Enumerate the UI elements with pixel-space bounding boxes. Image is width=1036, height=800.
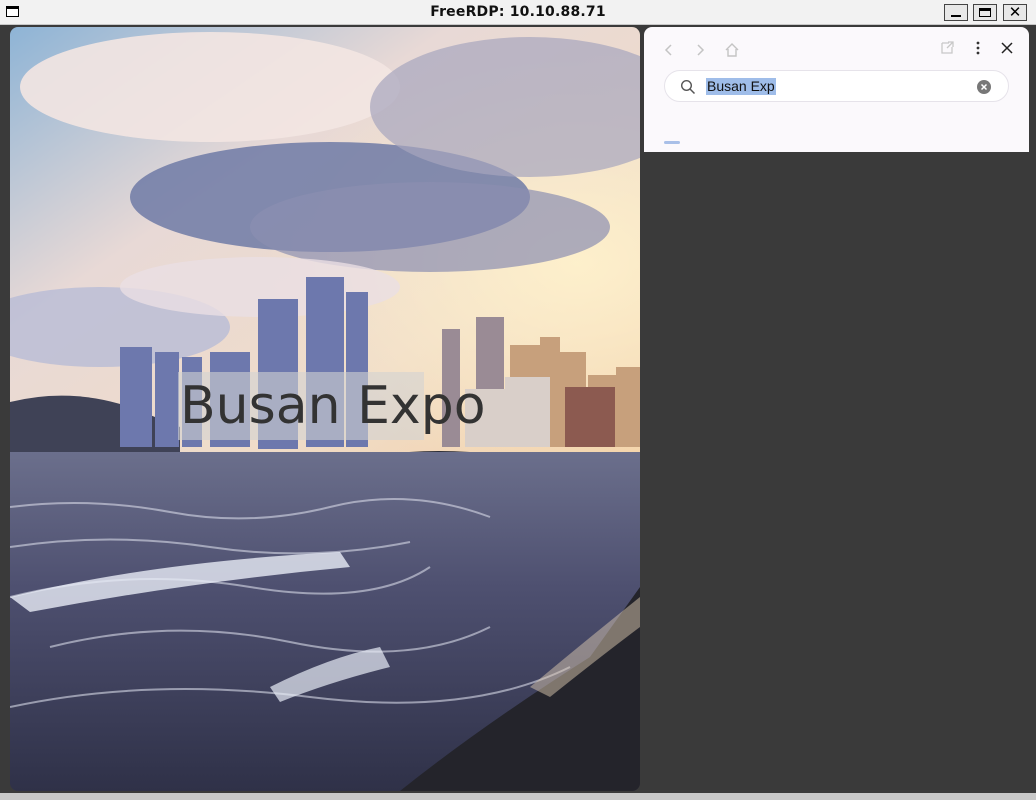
window-title: FreeRDP: 10.10.88.71: [430, 4, 606, 20]
home-icon: [725, 43, 739, 57]
open-external-button[interactable]: [938, 39, 956, 57]
maximize-icon: [979, 8, 991, 17]
window-titlebar[interactable]: FreeRDP: 10.10.88.71 ✕: [0, 0, 1036, 25]
wallpaper-overlay-text: Busan Expo: [180, 376, 486, 436]
search-icon: [680, 79, 696, 95]
close-window-button[interactable]: ✕: [1003, 3, 1027, 21]
minimize-icon: [951, 15, 961, 17]
search-input-value[interactable]: Busan Exp: [706, 78, 776, 95]
close-panel-button[interactable]: [998, 39, 1016, 57]
close-window-icon: ✕: [1008, 3, 1022, 21]
clear-search-icon[interactable]: [976, 79, 992, 95]
remote-desktop-bottom-edge: [0, 793, 1036, 800]
maximize-button[interactable]: [973, 4, 997, 21]
results-tab-indicator: [664, 141, 680, 144]
search-input[interactable]: Busan Exp: [664, 70, 1009, 102]
back-button[interactable]: [660, 41, 678, 59]
more-options-button[interactable]: [969, 39, 987, 57]
forward-button[interactable]: [691, 41, 709, 59]
home-button[interactable]: [723, 41, 741, 59]
search-panel: Busan Exp: [644, 27, 1029, 152]
chevron-left-icon: [664, 44, 672, 56]
chevron-right-icon: [697, 44, 705, 56]
open-external-icon: [941, 41, 954, 54]
close-icon: [1001, 42, 1013, 54]
minimize-button[interactable]: [944, 4, 968, 21]
more-vertical-icon: [976, 41, 980, 55]
